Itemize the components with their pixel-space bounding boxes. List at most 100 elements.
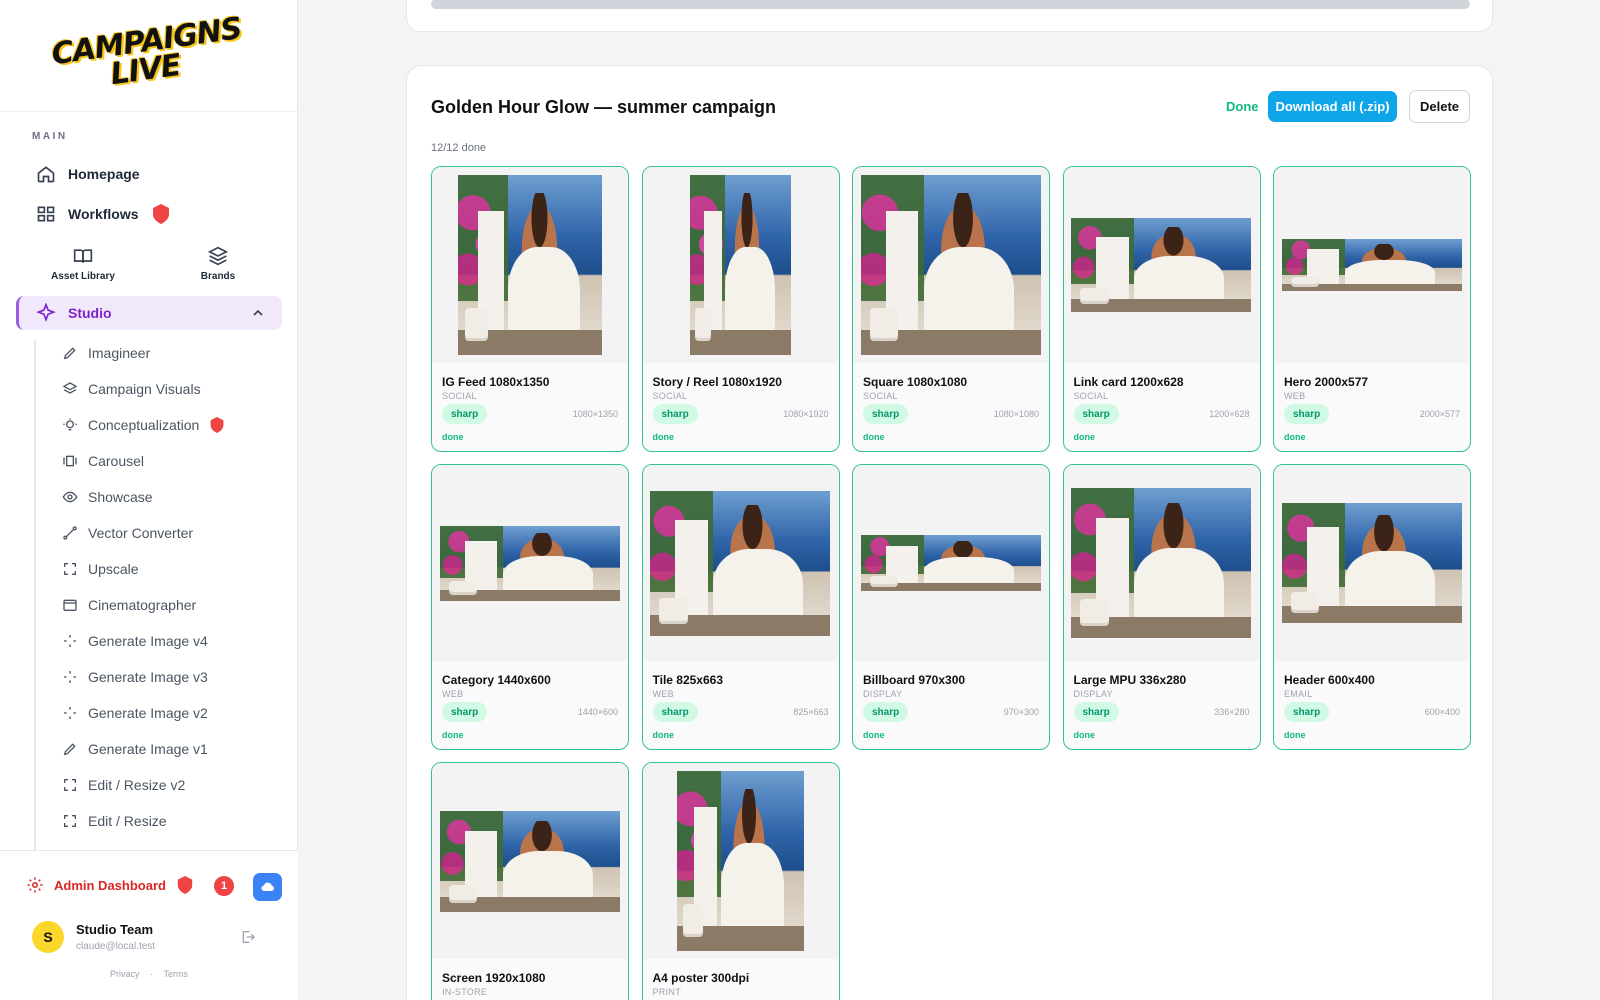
variant-category: SOCIAL bbox=[442, 391, 477, 401]
variant-image[interactable] bbox=[1281, 239, 1462, 291]
nav-asset-library[interactable]: Asset Library bbox=[33, 246, 133, 282]
variant-tile[interactable]: Category 1440x600 WEB sharp 1440×600 done bbox=[431, 464, 629, 750]
studio-item[interactable]: Cinematographer bbox=[62, 594, 196, 616]
layers-icon bbox=[208, 246, 228, 266]
studio-item[interactable]: Conceptualization bbox=[62, 414, 225, 436]
variant-status: done bbox=[1073, 432, 1096, 442]
variant-tile[interactable]: A4 poster 300dpi PRINT bbox=[641, 762, 840, 1000]
studio-item[interactable]: Edit / Resize v2 bbox=[62, 774, 185, 796]
logo[interactable]: CAMPAIGNS LIVE bbox=[0, 0, 297, 112]
studio-item[interactable]: Upscale bbox=[62, 558, 139, 580]
layers-icon bbox=[62, 382, 78, 394]
variant-tile[interactable]: Billboard 970x300 DISPLAY sharp 970×300 done bbox=[852, 464, 1050, 750]
studio-subnav-line bbox=[34, 340, 36, 850]
variant-status: done bbox=[1284, 432, 1306, 442]
variant-tile[interactable]: Story / Reel 1080x1920 SOCIAL sharp 1080×19… bbox=[641, 166, 840, 452]
variant-thumbnail-area bbox=[642, 167, 838, 363]
sidebar: CAMPAIGNS LIVE MAIN Homepage Workflows A… bbox=[0, 0, 298, 1000]
quality-badge: sharp bbox=[442, 702, 488, 722]
variant-thumbnail-area bbox=[1063, 167, 1259, 363]
variant-image[interactable] bbox=[650, 490, 830, 636]
nav-studio[interactable]: Studio bbox=[16, 296, 282, 330]
variant-category: SOCIAL bbox=[863, 391, 898, 401]
variant-tile[interactable]: Large MPU 336x280 DISPLAY sharp 336×280 done bbox=[1062, 464, 1261, 750]
variant-image[interactable] bbox=[439, 810, 620, 912]
user-name: Studio Team bbox=[76, 922, 154, 937]
footer-separator: · bbox=[150, 969, 153, 979]
variant-category: IN-STORE bbox=[442, 987, 488, 997]
variant-thumbnail-area bbox=[1063, 465, 1259, 661]
variant-category: PRINT bbox=[652, 987, 681, 997]
expand-icon bbox=[64, 779, 76, 791]
variant-image[interactable] bbox=[689, 175, 791, 355]
studio-item[interactable]: Generate Image v4 bbox=[62, 630, 208, 652]
variant-tile[interactable]: Link card 1200x628 SOCIAL sharp 1200×628 don… bbox=[1062, 166, 1261, 452]
variant-name: Link card 1200x628 bbox=[1073, 375, 1184, 389]
download-all-button[interactable]: Download all (.zip) bbox=[1268, 91, 1397, 122]
quality-badge: sharp bbox=[863, 702, 909, 722]
variant-category: DISPLAY bbox=[863, 689, 903, 699]
studio-item[interactable]: Generate Image v3 bbox=[62, 666, 208, 688]
variant-tile[interactable]: Header 600x400 EMAIL sharp 600×400 done bbox=[1273, 464, 1471, 750]
footer-links: Privacy · Terms bbox=[0, 969, 298, 979]
variant-image[interactable] bbox=[860, 535, 1041, 591]
chevron-up-icon[interactable] bbox=[250, 305, 266, 321]
nav-admin-dashboard[interactable]: Admin Dashboard bbox=[26, 876, 194, 894]
variant-status: done bbox=[1073, 730, 1096, 740]
variant-image[interactable] bbox=[439, 525, 620, 601]
horizontal-scrollbar[interactable] bbox=[431, 0, 1470, 9]
variant-tile[interactable]: Tile 825x663 WEB sharp 825×663 done bbox=[641, 464, 840, 750]
nav-brands-label: Brands bbox=[200, 271, 236, 282]
nav-workflows-label: Workflows bbox=[68, 206, 139, 222]
studio-item[interactable]: Imagineer bbox=[62, 342, 150, 364]
variant-status: done bbox=[652, 432, 675, 442]
studio-item-label: Campaign Visuals bbox=[88, 381, 201, 397]
variant-image[interactable] bbox=[1281, 503, 1462, 623]
studio-item[interactable]: Carousel bbox=[62, 450, 144, 472]
avatar[interactable]: S bbox=[32, 921, 64, 953]
studio-item[interactable]: Edit / Resize bbox=[62, 810, 167, 832]
variant-image[interactable] bbox=[1071, 488, 1251, 638]
variant-status: done bbox=[863, 730, 885, 740]
variant-thumbnail-area bbox=[1274, 167, 1469, 363]
variant-name: Hero 2000x577 bbox=[1284, 375, 1369, 389]
admin-dashboard-label: Admin Dashboard bbox=[54, 877, 166, 893]
variant-dimensions: 825×663 bbox=[793, 707, 829, 717]
variant-image[interactable] bbox=[457, 175, 602, 355]
variant-category: DISPLAY bbox=[1073, 689, 1113, 699]
privacy-link[interactable]: Privacy bbox=[110, 969, 140, 979]
variant-tile[interactable]: Screen 1920x1080 IN-STORE bbox=[431, 762, 629, 1000]
cloud-sync-button[interactable] bbox=[253, 873, 282, 901]
workflows-icon bbox=[37, 206, 55, 222]
terms-link[interactable]: Terms bbox=[164, 969, 189, 979]
restricted-shield-icon bbox=[177, 876, 193, 894]
nav-homepage[interactable]: Homepage bbox=[36, 162, 140, 186]
studio-item[interactable]: Generate Image v2 bbox=[62, 702, 208, 724]
variant-tile[interactable]: Square 1080x1080 SOCIAL sharp 1080×1080 done bbox=[852, 166, 1050, 452]
variant-image[interactable] bbox=[860, 175, 1041, 355]
variant-image[interactable] bbox=[1071, 218, 1251, 312]
restricted-shield-icon bbox=[210, 417, 224, 433]
variant-image[interactable] bbox=[676, 771, 804, 951]
studio-item-label: Generate Image v4 bbox=[88, 633, 208, 649]
variant-name: Header 600x400 bbox=[1284, 673, 1375, 687]
nav-workflows[interactable]: Workflows bbox=[36, 202, 171, 226]
studio-item-label: Edit / Resize v2 bbox=[88, 777, 186, 793]
nav-brands[interactable]: Brands bbox=[168, 246, 268, 282]
studio-item-label: Generate Image v3 bbox=[88, 669, 208, 685]
studio-item[interactable]: Vector Converter bbox=[62, 522, 193, 544]
studio-item[interactable]: Generate Image v1 bbox=[62, 738, 208, 760]
notification-badge[interactable]: 1 bbox=[214, 876, 234, 896]
studio-item[interactable]: Campaign Visuals bbox=[62, 378, 201, 400]
variant-thumbnail-area bbox=[432, 763, 627, 959]
variant-tile[interactable]: IG Feed 1080x1350 SOCIAL sharp 1080×1350 don… bbox=[431, 166, 629, 452]
variant-tile[interactable]: Hero 2000x577 WEB sharp 2000×577 done bbox=[1273, 166, 1471, 452]
done-status-link[interactable]: Done bbox=[1226, 99, 1259, 114]
studio-item[interactable]: Showcase bbox=[62, 486, 153, 508]
variant-category: WEB bbox=[652, 689, 674, 699]
variant-dimensions: 970×300 bbox=[1003, 707, 1039, 717]
variant-name: Category 1440x600 bbox=[442, 673, 551, 687]
logout-icon[interactable] bbox=[240, 929, 256, 945]
variant-thumbnail-area bbox=[432, 465, 627, 661]
delete-button[interactable]: Delete bbox=[1409, 90, 1470, 123]
